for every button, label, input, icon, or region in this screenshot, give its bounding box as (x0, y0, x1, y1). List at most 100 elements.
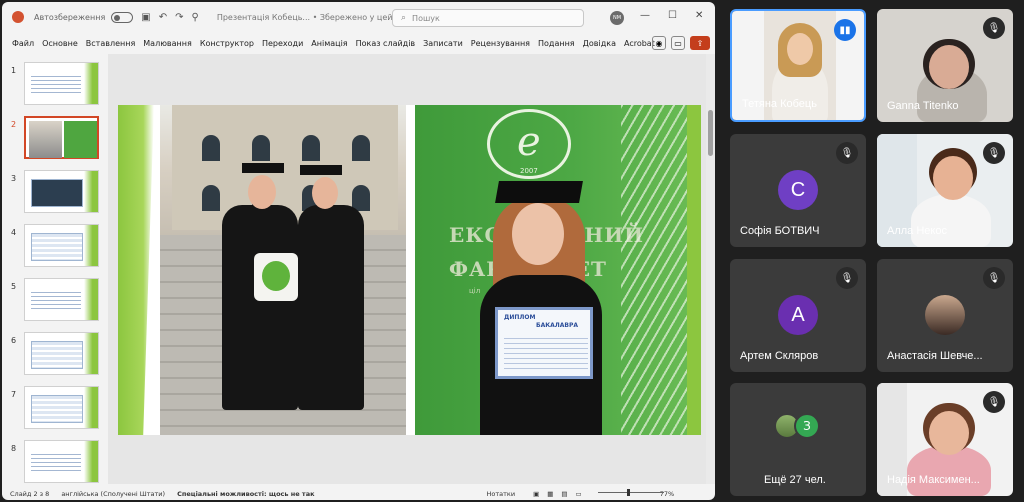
slide-number: 1 (11, 66, 17, 75)
slideshow-view-icon[interactable]: ▭ (576, 490, 582, 498)
slide-thumb-row[interactable]: 4 (2, 224, 106, 270)
participant-tile[interactable]: А 🎙︎ Артем Скляров (730, 259, 866, 372)
slide-thumb-row[interactable]: 7 (2, 386, 106, 432)
tab-view[interactable]: Подання (538, 39, 575, 48)
redo-icon[interactable]: ↷ (175, 12, 183, 23)
participant-name: Софія БОТВИЧ (740, 225, 820, 237)
search-input[interactable]: ⌕ Пошук (392, 9, 584, 27)
slide-thumbnails-panel: 1 2 3 4 5 6 7 8 (2, 54, 106, 484)
graduation-photo-right[interactable]: e 2007 ЕКОЛОГІЧНИЙ ФАКУЛЬТЕТ ціл ДИПЛОМ … (415, 105, 701, 435)
slide-thumb-row[interactable]: 1 (2, 62, 106, 108)
participant-tile[interactable]: С 🎙︎ Софія БОТВИЧ (730, 134, 866, 247)
tab-record[interactable]: Записати (423, 39, 463, 48)
tab-slideshow[interactable]: Показ слайдів (356, 39, 416, 48)
tab-file[interactable]: Файл (12, 39, 34, 48)
slide-thumbnail[interactable] (24, 440, 99, 483)
accessibility-status[interactable]: Спеціальні можливості: щось не так (177, 490, 314, 498)
customize-icon[interactable]: ⚲ (192, 12, 199, 23)
autosave-toggle[interactable] (111, 11, 134, 23)
maximize-icon[interactable]: ☐ (668, 10, 677, 21)
participant-initial-avatar: С (778, 170, 818, 210)
graduation-photo-left[interactable] (160, 105, 406, 435)
powerpoint-icon (12, 11, 24, 23)
participant-name: Алла Некос (887, 225, 947, 237)
mic-off-icon[interactable]: 🎙︎ (983, 142, 1005, 164)
emblem-year: 2007 (520, 167, 538, 175)
tab-insert[interactable]: Вставлення (86, 39, 135, 48)
slide-number: 5 (11, 282, 17, 291)
tab-review[interactable]: Рецензування (471, 39, 530, 48)
diploma: ДИПЛОМ БАКАЛАВРА (495, 307, 593, 379)
participant-tile[interactable]: 🎙︎ Ganna Titenko (877, 9, 1013, 122)
notes-button[interactable]: Нотатки (487, 490, 516, 498)
status-bar: Слайд 2 з 8 англійська (Сполучені Штати)… (2, 487, 715, 500)
ribbon-tabs: Файл Основне Вставлення Малювання Констр… (2, 33, 715, 53)
slide-thumb-row[interactable]: 3 (2, 170, 106, 216)
participant-tile[interactable]: 🎙︎ Алла Некос (877, 134, 1013, 247)
slide-number: 8 (11, 444, 17, 453)
diploma-title: ДИПЛОМ (504, 314, 536, 321)
more-participants-label: Ещё 27 чел. (764, 474, 826, 486)
search-icon: ⌕ (401, 13, 407, 23)
tab-draw[interactable]: Малювання (143, 39, 192, 48)
sorter-view-icon[interactable]: ▦ (547, 490, 553, 498)
more-participants-tile[interactable]: З Ещё 27 чел. (730, 383, 866, 496)
slide-number: 4 (11, 228, 17, 237)
zoom-slider[interactable] (598, 492, 664, 493)
mic-off-icon[interactable]: 🎙︎ (983, 17, 1005, 39)
slide-thumbnail[interactable] (24, 278, 99, 321)
language-status[interactable]: англійська (Сполучені Штати) (61, 490, 165, 498)
tab-acrobat[interactable]: Acrobat (624, 39, 655, 48)
normal-view-icon[interactable]: ▣ (533, 490, 539, 498)
participant-tile[interactable]: 🎙︎ Надія Максимен... (877, 383, 1013, 496)
slide-thumb-row[interactable]: 8 (2, 440, 106, 486)
scrollbar-thumb[interactable] (708, 110, 713, 156)
participant-tile[interactable]: 🎙︎ Анастасія Шевче... (877, 259, 1013, 372)
minimize-icon[interactable]: — (640, 10, 650, 21)
slide-thumb-row[interactable]: 5 (2, 278, 106, 324)
slide-thumb-row[interactable]: 6 (2, 332, 106, 378)
mic-off-icon[interactable]: 🎙︎ (836, 267, 858, 289)
participant-photo-avatar (925, 295, 965, 335)
save-icon[interactable]: ▣ (141, 12, 150, 23)
mic-off-icon[interactable]: 🎙︎ (983, 267, 1005, 289)
tab-design[interactable]: Конструктор (200, 39, 254, 48)
participant-name: Надія Максимен... (887, 474, 980, 486)
mic-off-icon[interactable]: 🎙︎ (983, 391, 1005, 413)
emblem-letter: e (517, 119, 541, 165)
vertical-scrollbar[interactable] (706, 54, 715, 484)
slide-thumbnail[interactable] (24, 62, 99, 105)
slide-number: 7 (11, 390, 17, 399)
tab-animations[interactable]: Анімація (311, 39, 347, 48)
zoom-slider-knob[interactable] (627, 489, 630, 496)
graduation-cap (495, 181, 583, 203)
zoom-level[interactable]: 77% (660, 490, 674, 498)
slide-number: 3 (11, 174, 17, 183)
user-avatar[interactable]: NM (610, 11, 624, 25)
slide-thumbnail-active[interactable] (24, 116, 99, 159)
comment-icon[interactable]: ▭ (671, 36, 685, 50)
mic-on-icon[interactable]: ▮▮ (834, 19, 856, 41)
reading-view-icon[interactable]: ▤ (561, 490, 567, 498)
slide-thumb-row[interactable]: 2 (2, 116, 106, 162)
participant-tile[interactable]: ▮▮ Тетяна Кобець (730, 9, 866, 122)
undo-icon[interactable]: ↶ (159, 12, 167, 23)
record-icon[interactable]: ◉ (652, 36, 666, 50)
tab-home[interactable]: Основне (42, 39, 78, 48)
slide-thumbnail[interactable] (24, 224, 99, 267)
slide-thumbnail[interactable] (24, 170, 99, 213)
mic-off-icon[interactable]: 🎙︎ (836, 142, 858, 164)
tab-help[interactable]: Довідка (583, 39, 616, 48)
participant-initial-avatar: З (794, 413, 820, 439)
slide-thumbnail[interactable] (24, 386, 99, 429)
share-button[interactable]: ⇪ (690, 36, 710, 50)
participant-initial-avatar: А (778, 295, 818, 335)
tab-transitions[interactable]: Переходи (262, 39, 303, 48)
close-icon[interactable]: ✕ (695, 10, 703, 21)
participant-name: Анастасія Шевче... (887, 350, 983, 362)
more-participants-avatars: З (774, 413, 820, 439)
participant-name: Артем Скляров (740, 350, 819, 362)
slide-thumbnail[interactable] (24, 332, 99, 375)
document-title: Презентація Кобець... • Збережено у цей … (216, 12, 407, 22)
current-slide[interactable]: e 2007 ЕКОЛОГІЧНИЙ ФАКУЛЬТЕТ ціл ДИПЛОМ … (118, 105, 701, 435)
